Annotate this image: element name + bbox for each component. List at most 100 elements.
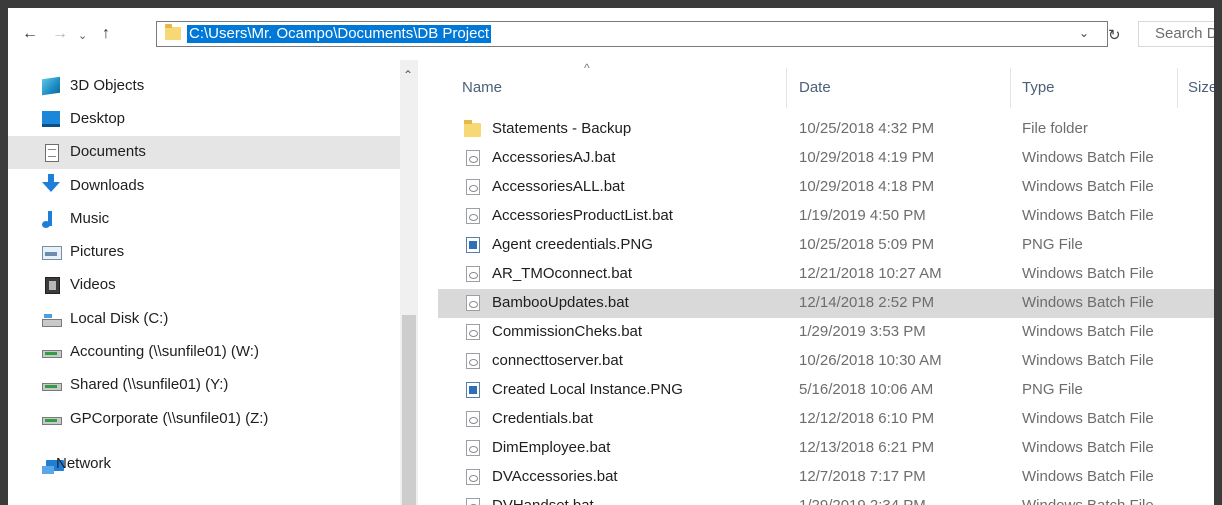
column-divider[interactable] — [786, 68, 787, 108]
downloads-icon — [42, 174, 60, 192]
file-type: Windows Batch File — [1022, 265, 1154, 282]
file-name: DVHandset.bat — [492, 497, 594, 505]
file-date: 12/7/2018 7:17 PM — [799, 468, 926, 485]
file-type: Windows Batch File — [1022, 439, 1154, 456]
file-row[interactable]: AccessoriesALL.bat 10/29/2018 4:18 PM Wind… — [438, 173, 1214, 202]
file-row[interactable]: Agent creedentials.PNG 10/25/2018 5:09 PM… — [438, 231, 1214, 260]
file-row[interactable]: Created Local Instance.PNG 5/16/2018 10:0… — [438, 376, 1214, 405]
column-header-name[interactable]: Name — [462, 79, 502, 96]
column-header-size[interactable]: Size — [1188, 79, 1214, 96]
folder-icon — [165, 24, 181, 40]
sidebar-item-label: Shared (\\sunfile01) (Y:) — [70, 376, 229, 393]
file-row[interactable]: AccessoriesProductList.bat 1/19/2019 4:50… — [438, 202, 1214, 231]
file-row[interactable]: CommissionCheks.bat 1/29/2019 3:53 PM Wind… — [438, 318, 1214, 347]
pictures-icon — [42, 246, 62, 260]
address-path-input[interactable]: C:\Users\Mr. Ocampo\Documents\DB Project — [187, 25, 492, 43]
sidebar-item-label: Accounting (\\sunfile01) (W:) — [70, 343, 259, 360]
sidebar-item[interactable]: Network — [8, 448, 400, 481]
address-dropdown-chevron-icon[interactable]: ⌄ — [1079, 26, 1089, 40]
sidebar-item-label: Documents — [70, 143, 146, 160]
batch-file-icon — [466, 150, 480, 166]
sidebar-item[interactable]: 3D Objects — [8, 70, 400, 103]
file-row[interactable]: Statements - Backup 10/25/2018 4:32 PM Fil… — [438, 115, 1214, 144]
up-arrow-icon[interactable]: ↑ — [102, 24, 110, 44]
file-type: Windows Batch File — [1022, 410, 1154, 427]
batch-file-icon — [466, 498, 480, 505]
file-date: 12/21/2018 10:27 AM — [799, 265, 942, 282]
sidebar-item[interactable]: Documents — [8, 136, 400, 169]
search-input[interactable]: Search D — [1138, 21, 1214, 47]
file-date: 12/14/2018 2:52 PM — [799, 294, 935, 311]
file-row[interactable]: DVHandset.bat 1/29/2019 2:34 PM Windows Ba… — [438, 492, 1214, 505]
back-arrow-icon[interactable]: ← — [22, 24, 38, 44]
sort-ascending-icon: ^ — [584, 61, 590, 75]
music-icon — [42, 211, 52, 228]
file-row[interactable]: BambooUpdates.bat 12/14/2018 2:52 PM Windo… — [438, 289, 1214, 318]
file-type: PNG File — [1022, 236, 1083, 253]
file-date: 1/29/2019 3:53 PM — [799, 323, 926, 340]
sidebar-item[interactable]: Videos — [8, 269, 400, 302]
sidebar-item[interactable]: GPCorporate (\\sunfile01) (Z:) — [8, 403, 400, 436]
file-name: DimEmployee.bat — [492, 439, 611, 456]
3d-objects-icon — [42, 76, 60, 96]
file-row[interactable]: DimEmployee.bat 12/13/2018 6:21 PM Windows… — [438, 434, 1214, 463]
png-file-icon — [466, 382, 480, 398]
folder-icon — [464, 120, 481, 137]
forward-arrow-icon[interactable]: → — [52, 24, 68, 44]
refresh-icon[interactable]: ↻ — [1108, 26, 1121, 44]
network-drive-icon — [42, 383, 62, 391]
nav-pane-scrollbar[interactable]: ⌃ — [400, 60, 418, 505]
local-disk-icon — [42, 314, 62, 327]
png-file-icon — [466, 237, 480, 253]
file-row[interactable]: AccessoriesAJ.bat 10/29/2018 4:19 PM Windo… — [438, 144, 1214, 173]
file-row[interactable]: connecttoserver.bat 10/26/2018 10:30 AM Wi… — [438, 347, 1214, 376]
sidebar-item-label: Local Disk (C:) — [70, 310, 169, 327]
batch-file-icon — [466, 411, 480, 427]
sidebar-item[interactable]: Local Disk (C:) — [8, 303, 400, 336]
scroll-up-icon[interactable]: ⌃ — [403, 68, 413, 82]
column-header-date[interactable]: Date — [799, 79, 831, 96]
batch-file-icon — [466, 266, 480, 282]
videos-icon — [45, 277, 60, 294]
file-name: AccessoriesProductList.bat — [492, 207, 673, 224]
batch-file-icon — [466, 469, 480, 485]
file-type: Windows Batch File — [1022, 323, 1154, 340]
sidebar-item[interactable]: Downloads — [8, 170, 400, 203]
file-name: AccessoriesAJ.bat — [492, 149, 616, 166]
file-row[interactable]: Credentials.bat 12/12/2018 6:10 PM Windows… — [438, 405, 1214, 434]
scroll-thumb[interactable] — [402, 315, 416, 505]
file-name: DVAccessories.bat — [492, 468, 618, 485]
sidebar-item[interactable]: Desktop — [8, 103, 400, 136]
sidebar-item-label: Videos — [70, 276, 116, 293]
file-date: 12/13/2018 6:21 PM — [799, 439, 935, 456]
desktop-icon — [42, 111, 60, 127]
file-type: File folder — [1022, 120, 1088, 137]
file-date: 1/19/2019 4:50 PM — [799, 207, 926, 224]
file-name: BambooUpdates.bat — [492, 294, 629, 311]
sidebar-item[interactable]: Music — [8, 203, 400, 236]
sidebar-item[interactable]: Accounting (\\sunfile01) (W:) — [8, 336, 400, 369]
batch-file-icon — [466, 353, 480, 369]
sidebar-item-label: Music — [70, 210, 110, 227]
column-header-type[interactable]: Type — [1022, 79, 1055, 96]
file-date: 10/26/2018 10:30 AM — [799, 352, 942, 369]
recent-locations-chevron-icon[interactable]: ⌄ — [78, 26, 87, 46]
sidebar-item-label: 3D Objects — [70, 77, 145, 94]
sidebar-item[interactable]: Shared (\\sunfile01) (Y:) — [8, 369, 400, 402]
explorer-window: ← → ⌄ ↑ C:\Users\Mr. Ocampo\Documents\DB… — [8, 8, 1214, 505]
file-type: Windows Batch File — [1022, 207, 1154, 224]
column-divider[interactable] — [1177, 68, 1178, 108]
file-row[interactable]: AR_TMOconnect.bat 12/21/2018 10:27 AM Wind… — [438, 260, 1214, 289]
address-bar[interactable]: C:\Users\Mr. Ocampo\Documents\DB Project… — [156, 21, 1108, 47]
file-list: ^ Name Date Type Size Statements - Backu… — [438, 60, 1214, 505]
network-drive-icon — [42, 417, 62, 425]
sidebar-item[interactable]: Pictures — [8, 236, 400, 269]
file-row[interactable]: DVAccessories.bat 12/7/2018 7:17 PM Window… — [438, 463, 1214, 492]
sidebar-item-label: Pictures — [70, 243, 125, 260]
address-toolbar: ← → ⌄ ↑ C:\Users\Mr. Ocampo\Documents\DB… — [8, 8, 1214, 60]
documents-icon — [45, 144, 59, 162]
column-divider[interactable] — [1010, 68, 1011, 108]
batch-file-icon — [466, 324, 480, 340]
file-type: PNG File — [1022, 381, 1083, 398]
file-name: connecttoserver.bat — [492, 352, 623, 369]
